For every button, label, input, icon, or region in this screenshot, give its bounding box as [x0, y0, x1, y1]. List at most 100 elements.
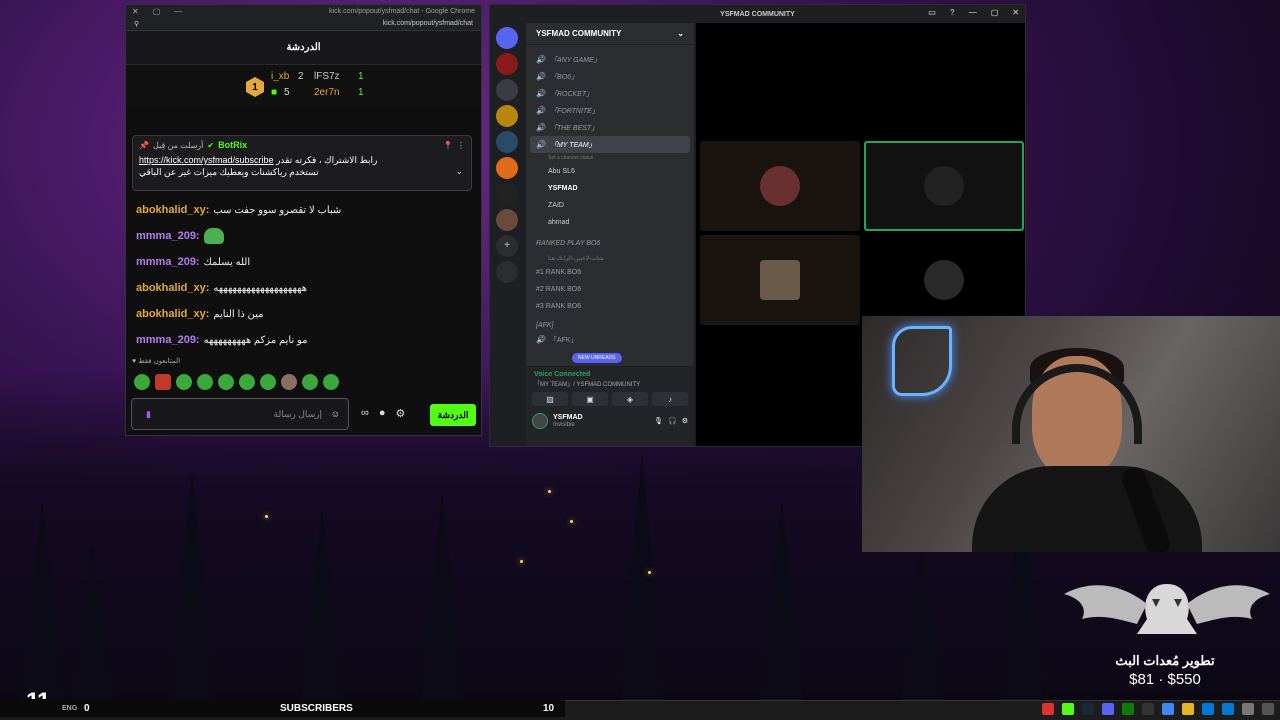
server-name[interactable]: YSFMAD COMMUNITY ⌄ [526, 23, 694, 45]
emote-icon[interactable] [239, 374, 255, 390]
xbox-icon[interactable] [1122, 703, 1134, 715]
video-tile[interactable] [700, 235, 860, 325]
chrome-chat-window[interactable]: ✕ ▢ — kick.com/popout/ysfmad/chat - Goog… [125, 4, 482, 436]
voice-member[interactable]: ZAID [526, 197, 694, 214]
emote-icon[interactable] [302, 374, 318, 390]
close-icon[interactable]: ✕ [1012, 8, 1019, 17]
search-icon[interactable] [1242, 703, 1254, 715]
channel-status[interactable]: Set a channel status [526, 153, 694, 163]
gear-icon[interactable]: ⚙ [396, 407, 406, 420]
emote-icon[interactable] [176, 374, 192, 390]
start-icon[interactable] [1262, 703, 1274, 715]
gear-icon[interactable]: ⚙ [682, 417, 688, 425]
category-header[interactable]: RANKED PLAY BO6 [526, 235, 694, 252]
add-server-icon[interactable]: + [496, 235, 518, 257]
voice-connected-label[interactable]: Voice Connected [526, 367, 694, 378]
minimize-icon[interactable]: — [174, 7, 182, 16]
video-tile-speaking[interactable] [864, 141, 1024, 231]
emote-icon[interactable] [155, 374, 171, 390]
activity-button[interactable]: ◈ [612, 392, 648, 406]
infinity-icon[interactable]: ∞ [361, 407, 369, 420]
emote-icon[interactable] [323, 374, 339, 390]
bot-username[interactable]: BotRix [218, 140, 247, 150]
voice-channel[interactable]: 🔊 「ROCKET」 [526, 85, 694, 102]
mic-icon[interactable]: 🎙 [654, 417, 663, 425]
more-options-icon[interactable]: ⋮ [457, 141, 465, 150]
voice-channel[interactable]: 🔊 「THE BEST」 [526, 119, 694, 136]
emoji-icon[interactable]: ☺ [331, 409, 340, 419]
steam-icon[interactable] [1082, 703, 1094, 715]
chevron-down-icon[interactable]: ⌄ [455, 166, 463, 177]
chrome-icon[interactable] [1162, 703, 1174, 715]
emote-icon[interactable] [197, 374, 213, 390]
leader-username[interactable]: i_xb [271, 71, 289, 82]
voice-channel-active[interactable]: 🔊 「MY TEAM」 [530, 136, 690, 153]
server-icon[interactable] [496, 157, 518, 179]
chat-username[interactable]: abokhalid_xy: [136, 308, 209, 320]
window-controls[interactable]: ✕ ▢ — [132, 7, 182, 16]
subscribe-link[interactable]: https://kick.com/ysfmad/subscribe [139, 155, 274, 165]
voice-channel-name[interactable]: 「MY TEAM」/ YSFMAD COMMUNITY [526, 378, 694, 389]
emote-icon[interactable] [260, 374, 276, 390]
chat-username[interactable]: mmma_209: [136, 256, 200, 268]
chrome-titlebar[interactable]: ✕ ▢ — kick.com/popout/ysfmad/chat - Goog… [126, 5, 481, 17]
close-icon[interactable]: ✕ [132, 7, 139, 16]
inbox-icon[interactable]: ▭ [928, 8, 936, 17]
chat-username[interactable]: abokhalid_xy: [136, 204, 209, 216]
video-tile[interactable] [700, 141, 860, 231]
emote-icon[interactable] [218, 374, 234, 390]
third-username[interactable]: 2er7n [314, 87, 340, 98]
chat-username[interactable]: abokhalid_xy: [136, 282, 209, 294]
chat-send-button[interactable]: الدردشة [430, 404, 476, 426]
edge-icon[interactable] [1202, 703, 1214, 715]
text-channel[interactable]: #1 RANK BO6 [526, 264, 694, 281]
voice-channel[interactable]: 🔊 「ANY GAME」 [526, 51, 694, 68]
app-icon[interactable] [1042, 703, 1054, 715]
language-indicator[interactable]: ENG [62, 705, 77, 712]
camera-off-button[interactable]: ▨ [532, 392, 568, 406]
discord-titlebar[interactable]: YSFMAD COMMUNITY ▭ ? — ▢ ✕ [490, 5, 1025, 23]
chat-username[interactable]: mmma_209: [136, 334, 200, 346]
quick-emotes[interactable] [134, 374, 339, 390]
emote-icon[interactable] [281, 374, 297, 390]
pin-icon[interactable]: 📌 [139, 141, 149, 150]
headphones-icon[interactable]: 🎧 [668, 417, 677, 425]
store-icon[interactable] [1222, 703, 1234, 715]
voice-member[interactable]: Abu SL6 [526, 163, 694, 180]
text-channel[interactable]: #2 RANK BO6 [526, 281, 694, 298]
second-username[interactable]: lFS7z [314, 71, 340, 82]
emote-icon[interactable] [134, 374, 150, 390]
pin-toggle-icon[interactable]: 📍 [443, 141, 453, 150]
discord-icon[interactable] [1102, 703, 1114, 715]
video-tile[interactable] [864, 235, 1024, 325]
afk-category[interactable]: [AFK] [526, 319, 694, 331]
minimize-icon[interactable]: — [969, 8, 977, 17]
avatar[interactable] [532, 413, 548, 429]
voice-channel[interactable]: 🔊 「BO6」 [526, 68, 694, 85]
text-channel[interactable]: #3 RANK BO6 [526, 298, 694, 315]
voice-member[interactable]: YSFMAD [526, 180, 694, 197]
new-unreads-pill[interactable]: NEW UNREADS [572, 353, 622, 363]
explore-icon[interactable] [496, 261, 518, 283]
server-icon[interactable] [496, 209, 518, 231]
afk-channel[interactable]: 🔊 「AFK」 [526, 331, 694, 348]
voice-member[interactable]: ahmad [526, 214, 694, 231]
help-icon[interactable]: ? [950, 8, 955, 17]
url-text[interactable]: kick.com/popout/ysfmad/chat [383, 20, 473, 27]
screen-share-button[interactable]: ▣ [572, 392, 608, 406]
server-icon[interactable] [496, 105, 518, 127]
maximize-icon[interactable]: ▢ [153, 7, 161, 16]
chat-username[interactable]: mmma_209: [136, 230, 200, 242]
chat-input[interactable]: ▮ إرسال رسالة ☺ [131, 398, 349, 430]
discord-home-icon[interactable] [496, 27, 518, 49]
site-settings-icon[interactable]: ⚲ [134, 20, 139, 28]
soundboard-button[interactable]: ♪ [652, 392, 688, 406]
app-icon[interactable] [1142, 703, 1154, 715]
maximize-icon[interactable]: ▢ [991, 8, 999, 17]
server-icon[interactable] [496, 53, 518, 75]
server-icon[interactable] [496, 183, 518, 205]
voice-channel[interactable]: 🔊 「FORTNITE」 [526, 102, 694, 119]
bubbles-icon[interactable]: ● [379, 407, 386, 420]
server-icon[interactable] [496, 131, 518, 153]
address-bar[interactable]: ⚲ kick.com/popout/ysfmad/chat [126, 17, 481, 31]
